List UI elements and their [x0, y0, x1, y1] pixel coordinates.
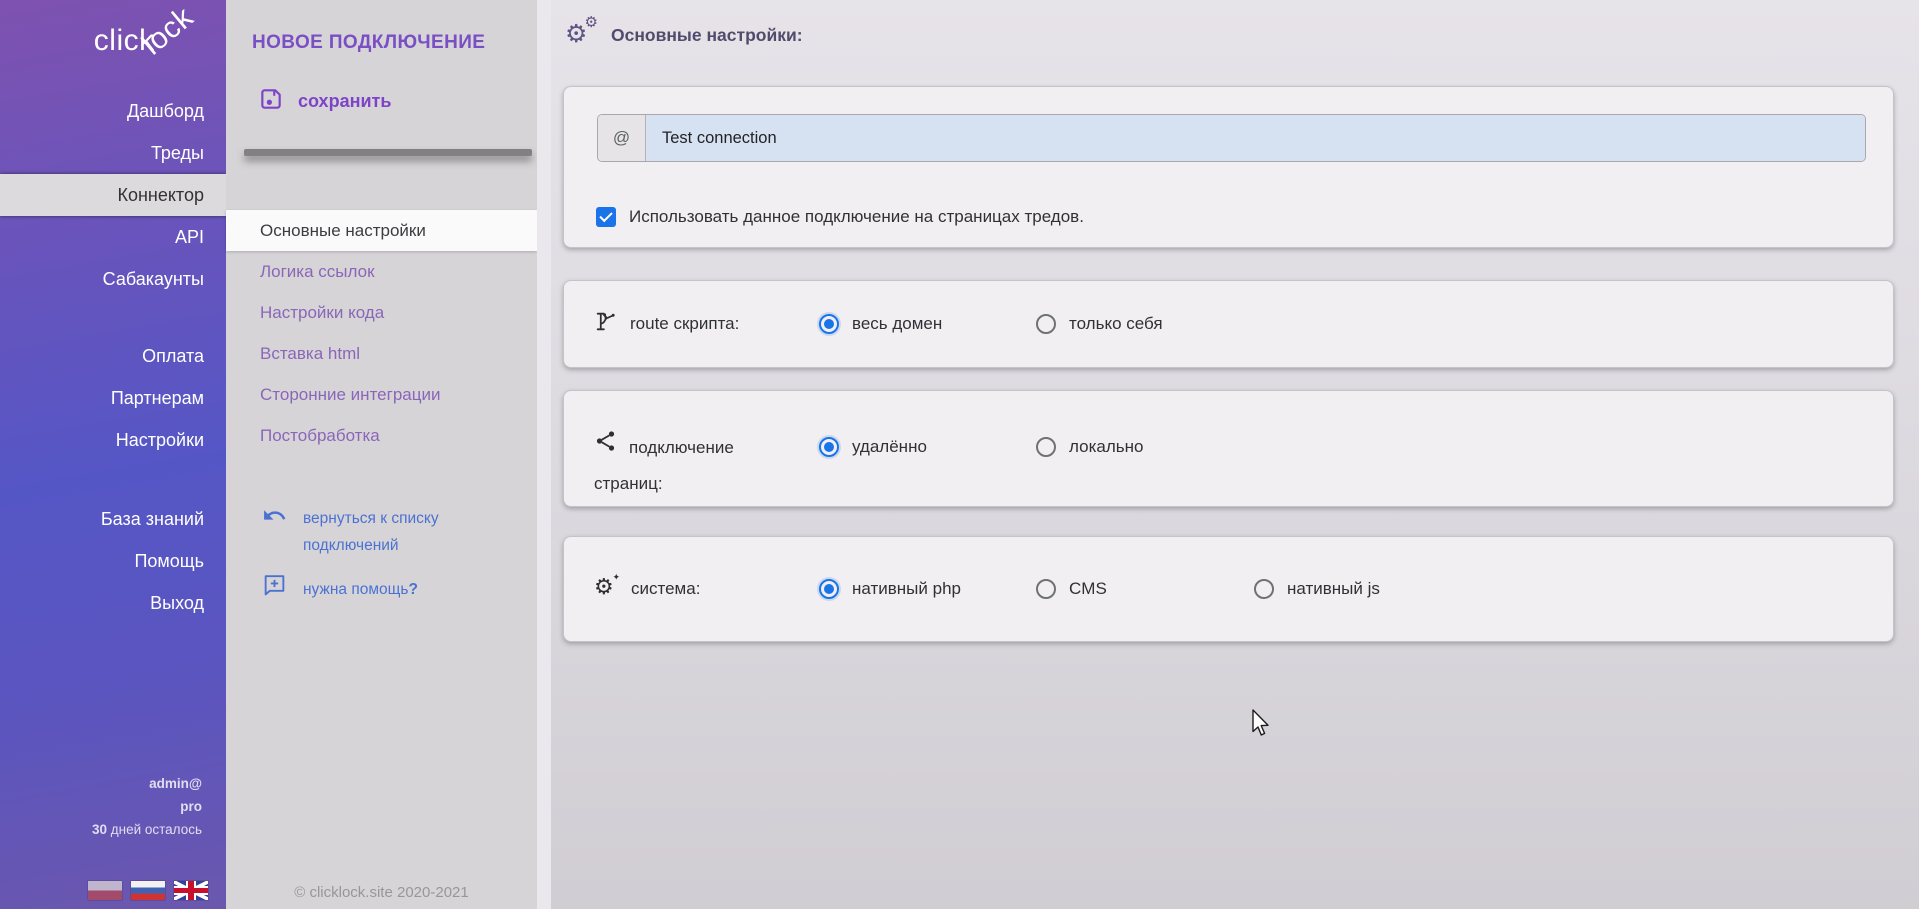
- back-to-connections-link[interactable]: вернуться к списку подключений: [262, 505, 481, 559]
- use-on-threads-option[interactable]: Использовать данное подключение на стран…: [596, 207, 1084, 227]
- panel-item-postprocessing[interactable]: Постобработка: [226, 415, 537, 456]
- panel-divider: [244, 149, 532, 156]
- panel-item-integrations[interactable]: Сторонние интеграции: [226, 374, 537, 415]
- connection-panel: НОВОЕ ПОДКЛЮЧЕНИЕ сохранить Основные нас…: [226, 0, 537, 909]
- connection-name-group: @: [597, 114, 1866, 162]
- sidebar-item-knowledge-base[interactable]: База знаний: [0, 498, 226, 540]
- checkbox-label: Использовать данное подключение на стран…: [629, 207, 1084, 227]
- undo-arrow-icon: [262, 505, 287, 559]
- sidebar-item-settings[interactable]: Настройки: [0, 419, 226, 461]
- radio-icon[interactable]: [1036, 437, 1056, 457]
- main-content: ⚙⚙ Основные настройки: @ Использовать да…: [551, 0, 1919, 909]
- account-info: admin@ pro 30 дней осталось: [92, 772, 202, 841]
- sidebar-item-connector[interactable]: Коннектор: [0, 174, 226, 216]
- account-plan: pro: [92, 795, 202, 818]
- uk-flag-icon[interactable]: [174, 881, 208, 900]
- radio-icon[interactable]: [1254, 579, 1274, 599]
- radio-whole-domain[interactable]: весь домен: [819, 314, 942, 334]
- sidebar-item-help[interactable]: Помощь: [0, 540, 226, 582]
- panel-item-link-logic[interactable]: Логика ссылок: [226, 251, 537, 292]
- connection-settings-menu: Основные настройки Логика ссылок Настрой…: [226, 210, 537, 456]
- sidebar-item-dashboard[interactable]: Дашборд: [0, 90, 226, 132]
- sidebar-item-logout[interactable]: Выход: [0, 582, 226, 624]
- radio-local[interactable]: локально: [1036, 437, 1143, 457]
- connection-name-input[interactable]: [646, 115, 1865, 161]
- radio-native-js[interactable]: нативный js: [1254, 579, 1380, 599]
- sidebar-menu: Дашборд Треды Коннектор API Сабакаунты О…: [0, 90, 226, 624]
- gears-icon: ⚙⚙: [565, 20, 597, 50]
- help-link-label: нужна помощь?: [303, 576, 481, 603]
- radio-icon[interactable]: [819, 579, 839, 599]
- gear-star-icon: ⚙✦: [594, 576, 620, 602]
- radio-only-self[interactable]: только себя: [1036, 314, 1163, 334]
- panel-item-html-insert[interactable]: Вставка html: [226, 333, 537, 374]
- panel-item-code-settings[interactable]: Настройки кода: [226, 292, 537, 333]
- language-switcher: [88, 881, 208, 900]
- account-email: admin@: [92, 772, 202, 795]
- radio-remote[interactable]: удалённо: [819, 437, 927, 457]
- add-comment-icon: [262, 572, 287, 606]
- route-setting-label: route скрипта:: [594, 281, 739, 367]
- save-button-label: сохранить: [298, 91, 391, 112]
- sidebar-item-threads[interactable]: Треды: [0, 132, 226, 174]
- section-header: ⚙⚙ Основные настройки:: [565, 20, 803, 50]
- page-connection-card: подключение страниц: удалённо локально: [563, 390, 1894, 507]
- radio-icon[interactable]: [1036, 579, 1056, 599]
- panel-item-general-settings[interactable]: Основные настройки: [226, 210, 537, 251]
- page-connection-label: подключение страниц:: [594, 429, 734, 502]
- radio-native-php[interactable]: нативный php: [819, 579, 961, 599]
- system-setting-card: ⚙✦ система: нативный php CMS нативный js: [563, 536, 1894, 642]
- sidebar-item-api[interactable]: API: [0, 216, 226, 258]
- radio-cms[interactable]: CMS: [1036, 579, 1107, 599]
- sidebar-item-payment[interactable]: Оплата: [0, 335, 226, 377]
- sidebar: clicklock Дашборд Треды Коннектор API Са…: [0, 0, 226, 909]
- at-sign-addon: @: [598, 115, 646, 161]
- need-help-link[interactable]: нужна помощь?: [262, 572, 481, 606]
- panel-title: НОВОЕ ПОДКЛЮЧЕНИЕ: [252, 32, 485, 54]
- back-link-label: вернуться к списку подключений: [303, 505, 481, 559]
- account-days-left: 30 дней осталось: [92, 818, 202, 841]
- system-setting-label: ⚙✦ система:: [594, 537, 700, 641]
- copyright-footer: © clicklock.site 2020-2021: [226, 884, 537, 901]
- save-button[interactable]: сохранить: [258, 86, 391, 117]
- section-heading: Основные настройки:: [611, 25, 803, 46]
- route-setting-card: route скрипта: весь домен только себя: [563, 280, 1894, 368]
- checkbox-checked-icon[interactable]: [596, 207, 616, 227]
- share-icon: [594, 429, 618, 466]
- russia-flag-icon[interactable]: [131, 881, 165, 900]
- app-window: clicklock Дашборд Треды Коннектор API Са…: [0, 0, 1919, 909]
- sidebar-item-subaccounts[interactable]: Сабакаунты: [0, 258, 226, 300]
- sidebar-item-partners[interactable]: Партнерам: [0, 377, 226, 419]
- radio-icon[interactable]: [819, 314, 839, 334]
- route-icon: [594, 309, 619, 339]
- radio-icon[interactable]: [819, 437, 839, 457]
- poland-flag-icon[interactable]: [88, 881, 122, 900]
- radio-icon[interactable]: [1036, 314, 1056, 334]
- floppy-disk-icon: [258, 86, 284, 117]
- clicklock-logo[interactable]: clicklock: [94, 24, 210, 62]
- panel-main-divider: [537, 0, 551, 909]
- connection-name-card: @ Использовать данное подключение на стр…: [563, 86, 1894, 248]
